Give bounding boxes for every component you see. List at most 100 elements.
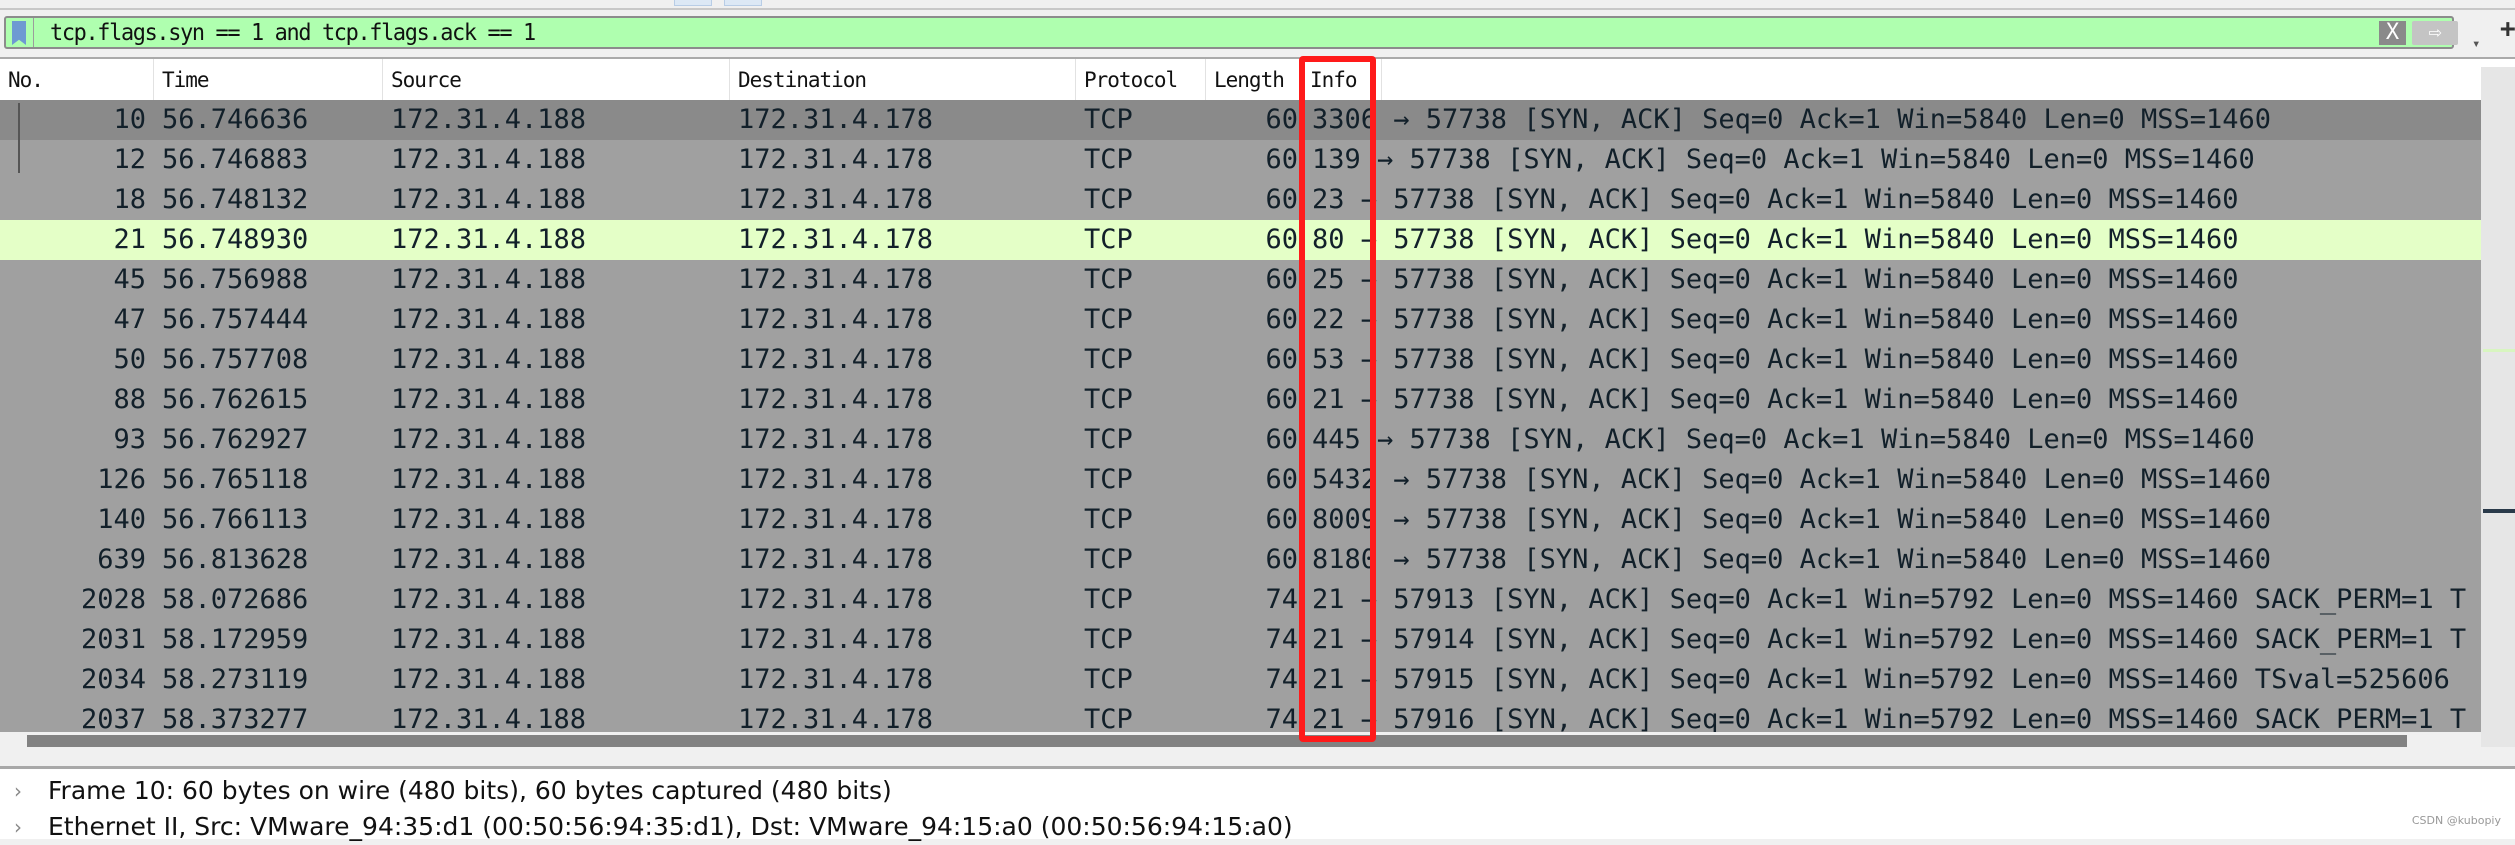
cell-info: 139 → 57738 [SYN, ACK] Seq=0 Ack=1 Win=5… [1312, 144, 2255, 175]
packet-row[interactable]: 2028 58.072686 172.31.4.188 172.31.4.178 TCP… [0, 580, 2481, 620]
toolbar-button[interactable] [724, 0, 762, 6]
cell-dst: 172.31.4.178 [738, 184, 934, 215]
cell-no: 126 [97, 464, 146, 495]
cell-proto: TCP [1084, 304, 1133, 335]
toolbar-button[interactable] [674, 0, 712, 6]
clear-filter-button[interactable]: X [2379, 21, 2406, 45]
cell-src: 172.31.4.188 [391, 264, 587, 295]
packet-row[interactable]: 45 56.756988 172.31.4.188 172.31.4.178 TCP 60… [0, 260, 2481, 300]
cell-src: 172.31.4.188 [391, 384, 587, 415]
packet-row[interactable]: 21 56.748930 172.31.4.188 172.31.4.178 TCP 60… [0, 220, 2481, 260]
packet-row[interactable]: 2031 58.172959 172.31.4.188 172.31.4.178 TCP… [0, 620, 2481, 660]
cell-proto: TCP [1084, 424, 1133, 455]
cell-no: 18 [113, 184, 146, 215]
cell-time: 56.746636 [162, 104, 309, 135]
column-header-protocol[interactable]: Protocol [1076, 59, 1206, 100]
packet-row[interactable]: 2034 58.273119 172.31.4.188 172.31.4.178 TCP… [0, 660, 2481, 700]
cell-dst: 172.31.4.178 [738, 224, 934, 255]
cell-dst: 172.31.4.178 [738, 344, 934, 375]
cell-no: 45 [113, 264, 146, 295]
cell-time: 56.756988 [162, 264, 309, 295]
bookmark-icon[interactable] [12, 21, 26, 45]
cell-info: 53 → 57738 [SYN, ACK] Seq=0 Ack=1 Win=58… [1312, 344, 2239, 375]
cell-proto: TCP [1084, 224, 1133, 255]
cell-proto: TCP [1084, 104, 1133, 135]
cell-len: 60 [1265, 544, 1298, 575]
cell-len: 60 [1265, 464, 1298, 495]
expand-chevron-icon[interactable]: › [14, 809, 22, 845]
cell-src: 172.31.4.188 [391, 184, 587, 215]
packet-row[interactable]: 126 56.765118 172.31.4.188 172.31.4.178 TCP 6… [0, 460, 2481, 500]
packet-row[interactable]: 639 56.813628 172.31.4.188 172.31.4.178 TCP 6… [0, 540, 2481, 580]
packet-row[interactable]: 18 56.748132 172.31.4.188 172.31.4.178 TCP 60… [0, 180, 2481, 220]
column-header-time[interactable]: Time [154, 59, 383, 100]
cell-dst: 172.31.4.178 [738, 144, 934, 175]
packet-row[interactable]: 12 56.746883 172.31.4.188 172.31.4.178 TCP 60… [0, 140, 2481, 180]
apply-filter-button[interactable]: ⇨ [2412, 21, 2458, 45]
packet-rows: 10 56.746636 172.31.4.188 172.31.4.178 TCP 60… [0, 100, 2481, 740]
expand-chevron-icon[interactable]: › [14, 773, 22, 809]
packet-row[interactable]: 88 56.762615 172.31.4.188 172.31.4.178 TCP 60… [0, 380, 2481, 420]
column-header-source[interactable]: Source [383, 59, 730, 100]
cell-info: 23 → 57738 [SYN, ACK] Seq=0 Ack=1 Win=58… [1312, 184, 2239, 215]
packet-row[interactable]: 93 56.762927 172.31.4.188 172.31.4.178 TCP 60… [0, 420, 2481, 460]
annotation-highlight-box [1299, 56, 1376, 742]
horizontal-scrollbar-thumb[interactable] [27, 735, 2407, 747]
cell-len: 60 [1265, 264, 1298, 295]
cell-len: 60 [1265, 104, 1298, 135]
packet-list: No. Time Source Destination Protocol Len… [0, 57, 2515, 747]
cell-time: 58.172959 [162, 624, 309, 655]
cell-proto: TCP [1084, 264, 1133, 295]
cell-info: 21 → 57913 [SYN, ACK] Seq=0 Ack=1 Win=57… [1312, 584, 2467, 615]
cell-dst: 172.31.4.178 [738, 424, 934, 455]
add-filter-button[interactable]: + [2500, 14, 2515, 44]
cell-src: 172.31.4.188 [391, 664, 587, 695]
cell-dst: 172.31.4.178 [738, 544, 934, 575]
packet-row[interactable]: 47 56.757444 172.31.4.188 172.31.4.178 TCP 60… [0, 300, 2481, 340]
cell-time: 56.748132 [162, 184, 309, 215]
cell-dst: 172.31.4.178 [738, 504, 934, 535]
cell-info: 445 → 57738 [SYN, ACK] Seq=0 Ack=1 Win=5… [1312, 424, 2255, 455]
cell-dst: 172.31.4.178 [738, 584, 934, 615]
column-header-destination[interactable]: Destination [730, 59, 1076, 100]
cell-time: 56.762615 [162, 384, 309, 415]
cell-time: 56.746883 [162, 144, 309, 175]
cell-info: 21 → 57738 [SYN, ACK] Seq=0 Ack=1 Win=58… [1312, 384, 2239, 415]
packet-row[interactable]: 10 56.746636 172.31.4.188 172.31.4.178 TCP 60… [0, 100, 2481, 140]
scrollbar-position-mark [2483, 509, 2515, 513]
cell-no: 12 [113, 144, 146, 175]
column-header-length[interactable]: Length [1206, 59, 1302, 100]
cell-info: 21 → 57915 [SYN, ACK] Seq=0 Ack=1 Win=57… [1312, 664, 2450, 695]
cell-time: 56.813628 [162, 544, 309, 575]
cell-no: 88 [113, 384, 146, 415]
cell-proto: TCP [1084, 144, 1133, 175]
cell-src: 172.31.4.188 [391, 344, 587, 375]
cell-src: 172.31.4.188 [391, 424, 587, 455]
cell-time: 56.748930 [162, 224, 309, 255]
cell-no: 2034 [80, 664, 146, 695]
vertical-scrollbar[interactable] [2481, 67, 2515, 747]
packet-row[interactable]: 140 56.766113 172.31.4.188 172.31.4.178 TCP 6… [0, 500, 2481, 540]
cell-proto: TCP [1084, 464, 1133, 495]
watermark: CSDN @kubopiy [2411, 814, 2501, 827]
column-header-no[interactable]: No. [0, 59, 154, 100]
related-packet-indicator [18, 103, 20, 173]
cell-len: 60 [1265, 144, 1298, 175]
cell-time: 58.072686 [162, 584, 309, 615]
cell-no: 21 [113, 224, 146, 255]
horizontal-scrollbar[interactable] [0, 732, 2481, 747]
display-filter-bar[interactable]: tcp.flags.syn == 1 and tcp.flags.ack == … [4, 16, 2480, 52]
filter-history-dropdown[interactable]: ▾ [2472, 36, 2480, 52]
cell-dst: 172.31.4.178 [738, 384, 934, 415]
cell-info: 5432 → 57738 [SYN, ACK] Seq=0 Ack=1 Win=… [1312, 464, 2272, 495]
cell-no: 2031 [80, 624, 146, 655]
packet-row[interactable]: 50 56.757708 172.31.4.188 172.31.4.178 TCP 60… [0, 340, 2481, 380]
cell-proto: TCP [1084, 384, 1133, 415]
cell-proto: TCP [1084, 504, 1133, 535]
packet-details-pane: › Frame 10: 60 bytes on wire (480 bits),… [0, 766, 2515, 841]
cell-src: 172.31.4.188 [391, 584, 587, 615]
cell-src: 172.31.4.188 [391, 504, 587, 535]
filter-input[interactable]: tcp.flags.syn == 1 and tcp.flags.ack == … [50, 20, 536, 47]
cell-no: 140 [97, 504, 146, 535]
cell-info: 8180 → 57738 [SYN, ACK] Seq=0 Ack=1 Win=… [1312, 544, 2272, 575]
